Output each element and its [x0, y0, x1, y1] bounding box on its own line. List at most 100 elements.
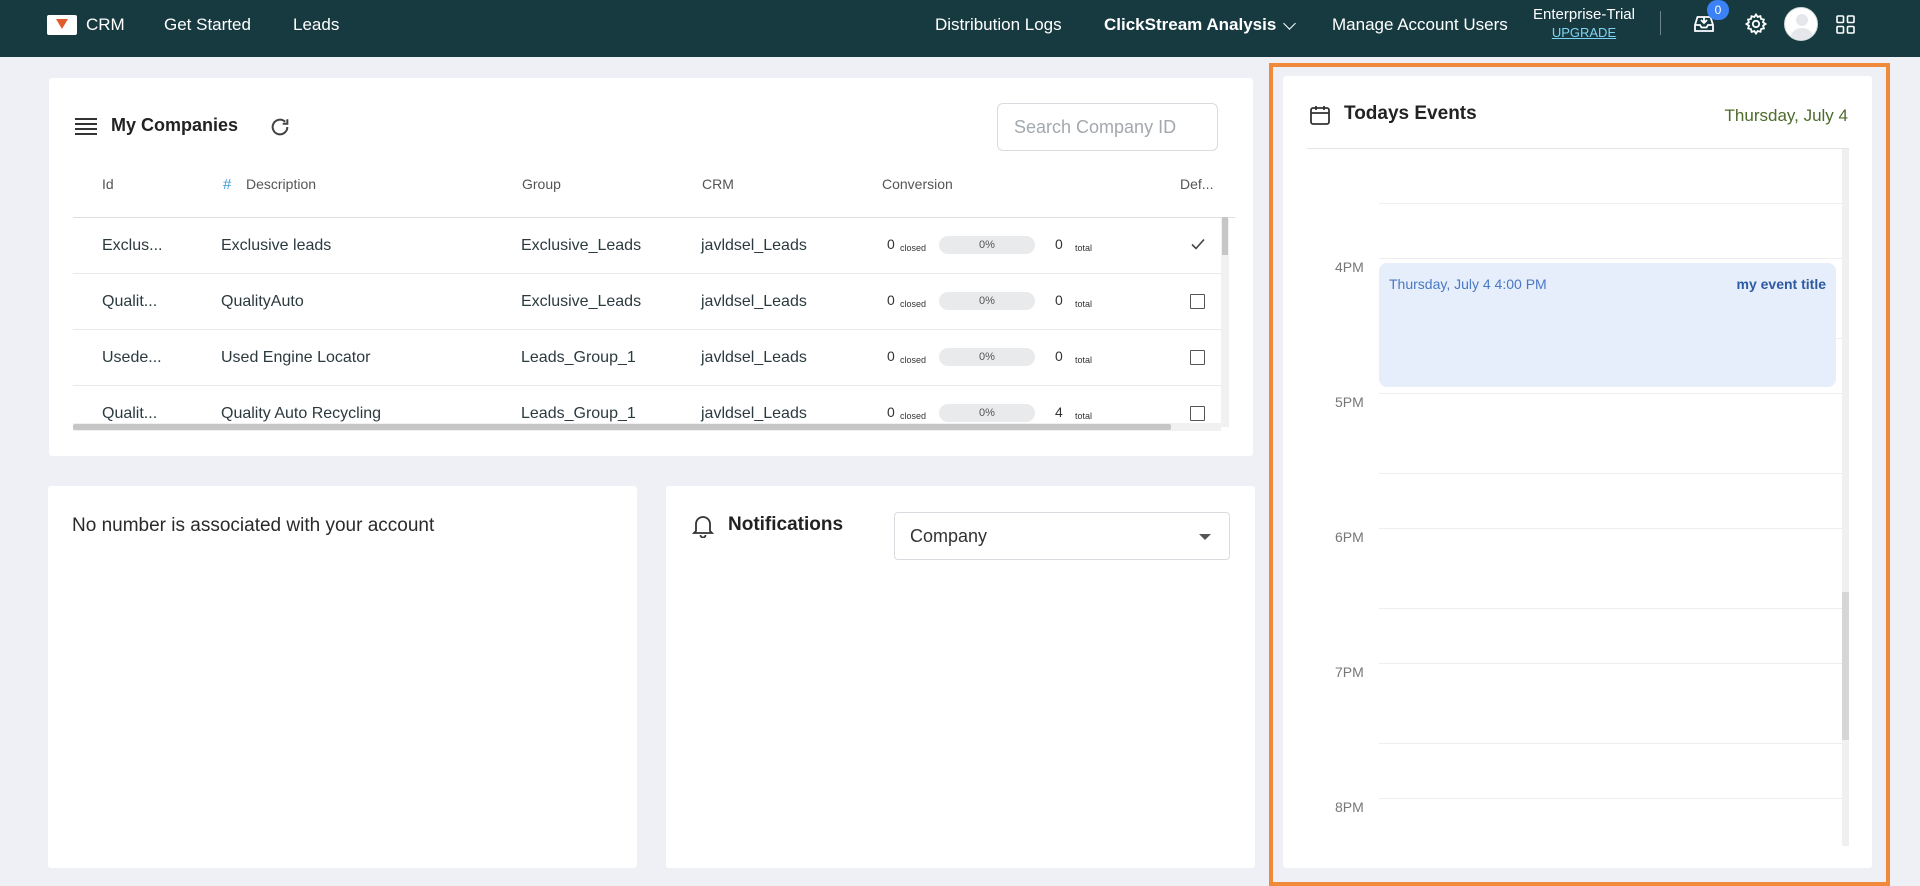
column-header-crm[interactable]: CRM [702, 176, 734, 192]
default-checkbox[interactable] [1190, 294, 1205, 309]
nav-clickstream-analysis[interactable]: ClickStream Analysis [1104, 0, 1276, 50]
hour-label: 7PM [1335, 664, 1364, 680]
bell-icon [692, 516, 714, 538]
notifications-title: Notifications [728, 514, 844, 535]
cell-description: Used Engine Locator [221, 349, 371, 366]
calendar-icon [1310, 106, 1330, 125]
todays-events-title: Todays Events [1344, 103, 1477, 124]
events-date: Thursday, July 4 [1724, 106, 1848, 125]
hour-line [1379, 528, 1845, 529]
inbox-count-badge: 0 [1707, 0, 1729, 20]
closed-label: closed [900, 299, 927, 309]
table-row[interactable]: Usede... Used Engine Locator Leads_Group… [73, 330, 1223, 386]
hour-label: 4PM [1335, 259, 1364, 275]
hour-line [1379, 798, 1845, 799]
half-hour-line [1379, 473, 1845, 474]
events-scrollbar[interactable] [1842, 149, 1849, 846]
user-avatar[interactable] [1784, 7, 1818, 41]
my-companies-title: My Companies [111, 115, 239, 135]
cell-crm: javldsel_Leads [701, 349, 807, 366]
total-count: 0 [1055, 348, 1063, 364]
cell-description: Exclusive leads [221, 237, 332, 254]
event-time: Thursday, July 4 4:00 PM [1389, 276, 1547, 292]
closed-count: 0 [887, 348, 895, 364]
table-horizontal-scrollbar[interactable] [73, 423, 1221, 431]
scrollbar-thumb[interactable] [1222, 217, 1228, 255]
table-row[interactable]: Qualit... Quality Auto Recycling Leads_G… [73, 386, 1223, 423]
my-companies-card: My Companies Id # Description Group CRM … [49, 78, 1253, 456]
table-row[interactable]: Exclus... Exclusive leads Exclusive_Lead… [73, 218, 1223, 274]
column-header-group[interactable]: Group [522, 176, 561, 192]
plan-info: Enterprise-Trial UPGRADE [1533, 6, 1635, 41]
companies-table-body: Exclus... Exclusive leads Exclusive_Lead… [49, 218, 1253, 423]
nav-get-started[interactable]: Get Started [164, 0, 251, 50]
hash-icon: # [223, 176, 232, 193]
hour-line [1379, 393, 1845, 394]
caret-down-icon [1199, 534, 1211, 540]
scrollbar-thumb[interactable] [1842, 592, 1849, 740]
column-header-conversion[interactable]: Conversion [882, 176, 953, 192]
conversion-progress-bar: 0% [939, 404, 1035, 422]
cell-group: Exclusive_Leads [521, 237, 642, 254]
half-hour-line [1379, 203, 1845, 204]
phone-number-card: No number is associated with your accoun… [48, 486, 637, 868]
nav-distribution-logs[interactable]: Distribution Logs [935, 0, 1062, 50]
upgrade-link[interactable]: UPGRADE [1533, 24, 1635, 41]
hour-line [1379, 663, 1845, 664]
closed-label: closed [900, 411, 927, 421]
total-count: 4 [1055, 404, 1063, 420]
calendar-event[interactable]: Thursday, July 4 4:00 PM my event title [1379, 263, 1836, 387]
hour-label: 5PM [1335, 394, 1364, 410]
cell-group: Leads_Group_1 [521, 349, 636, 366]
gear-icon[interactable] [1744, 12, 1768, 36]
apps-grid-icon[interactable] [1836, 15, 1855, 34]
nav-manage-account-users[interactable]: Manage Account Users [1332, 0, 1508, 50]
crm-logo-icon[interactable] [47, 15, 77, 35]
total-label: total [1075, 299, 1093, 309]
closed-label: closed [900, 355, 927, 365]
cell-group: Exclusive_Leads [521, 293, 642, 310]
closed-count: 0 [887, 404, 895, 420]
search-company-input[interactable] [997, 103, 1218, 151]
default-checkbox[interactable] [1190, 406, 1205, 421]
cell-id: Exclus... [102, 237, 163, 254]
total-label: total [1075, 243, 1093, 253]
notifications-card: Notifications Company [666, 486, 1255, 868]
scrollbar-thumb[interactable] [73, 424, 1171, 430]
notification-filter-select[interactable]: Company [894, 512, 1230, 560]
brand-name[interactable]: CRM [86, 0, 125, 50]
closed-label: closed [900, 243, 927, 253]
cell-crm: javldsel_Leads [701, 405, 807, 422]
default-checkbox[interactable] [1190, 350, 1205, 365]
nav-divider [1660, 11, 1661, 35]
column-header-description[interactable]: Description [246, 176, 316, 192]
todays-events-card: Todays Events Thursday, July 4 4PM 5PM 6… [1283, 76, 1872, 868]
column-header-default[interactable]: Def... [1180, 176, 1213, 192]
closed-count: 0 [887, 236, 895, 252]
conversion-progress-bar: 0% [939, 236, 1035, 254]
column-header-id[interactable]: Id [102, 176, 114, 192]
event-title: my event title [1736, 276, 1826, 292]
default-check-icon[interactable] [1191, 238, 1205, 250]
half-hour-line [1379, 743, 1845, 744]
hour-line [1379, 258, 1845, 259]
cell-description: Quality Auto Recycling [221, 405, 382, 422]
no-number-message: No number is associated with your accoun… [72, 515, 435, 536]
chevron-down-icon[interactable] [1283, 17, 1296, 30]
select-value: Company [910, 526, 988, 546]
refresh-icon[interactable] [269, 116, 291, 138]
table-row[interactable]: Qualit... QualityAuto Exclusive_Leads ja… [73, 274, 1223, 330]
nav-leads[interactable]: Leads [293, 0, 339, 50]
total-label: total [1075, 411, 1093, 421]
cell-id: Qualit... [102, 405, 158, 422]
cell-id: Usede... [102, 349, 162, 366]
plan-name: Enterprise-Trial [1533, 6, 1635, 23]
table-vertical-scrollbar[interactable] [1221, 217, 1229, 427]
cell-id: Qualit... [102, 293, 158, 310]
hour-label: 6PM [1335, 529, 1364, 545]
day-timeline[interactable]: 4PM 5PM 6PM 7PM 8PM [1307, 149, 1849, 846]
hour-label: 8PM [1335, 799, 1364, 815]
cell-description: QualityAuto [221, 293, 304, 310]
total-count: 0 [1055, 292, 1063, 308]
top-navbar: CRM Get Started Leads Distribution Logs … [0, 0, 1920, 57]
